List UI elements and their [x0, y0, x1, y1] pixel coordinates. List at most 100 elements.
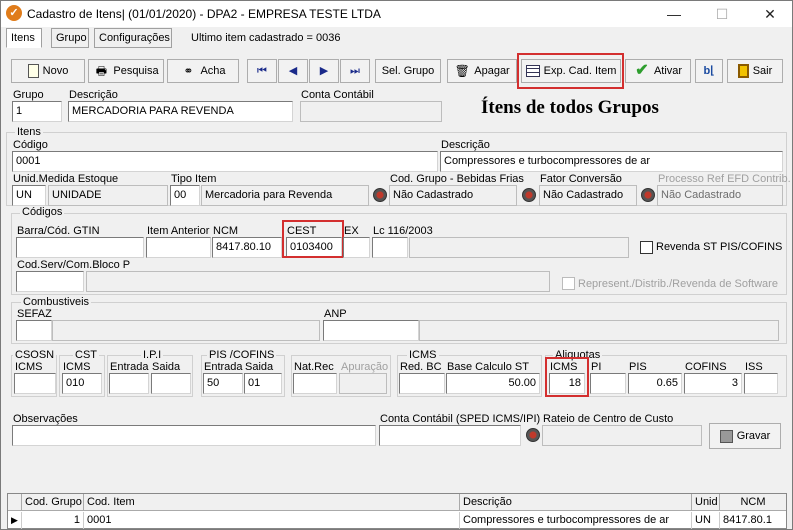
revenda-st-checkbox[interactable]: [640, 241, 653, 254]
pis-saida-label: Saida: [245, 361, 274, 373]
apuracao-field: [339, 373, 387, 394]
descricao-grupo-field[interactable]: MERCADORIA PARA REVENDA: [68, 101, 293, 122]
apuracao-label: Apuração: [341, 361, 389, 373]
ncm-field[interactable]: 8417.80.10: [212, 237, 282, 258]
processo-ref-label: Processo Ref EFD Contrib.: [658, 173, 791, 185]
cest-highlight: [282, 220, 344, 258]
tab-configuracoes[interactable]: Configurações: [94, 28, 172, 48]
next-record-button[interactable]: ▶: [309, 59, 339, 83]
aliq-pi-label: PI: [591, 361, 602, 373]
grid-header-unid[interactable]: Unid: [692, 494, 720, 511]
grid-header-descricao[interactable]: Descrição: [460, 494, 692, 511]
cod-grupo-lookup-icon[interactable]: [373, 188, 387, 202]
rateio-lookup-icon[interactable]: [526, 428, 540, 442]
item-anterior-field[interactable]: [146, 237, 211, 258]
barcode-button[interactable]: b⌊: [695, 59, 723, 83]
base-calculo-st-field[interactable]: 50.00: [446, 373, 540, 394]
sel-grupo-button[interactable]: Sel. Grupo: [375, 59, 441, 83]
csosn-icms-field[interactable]: [14, 373, 56, 394]
lc-116-code-field[interactable]: [372, 237, 408, 258]
window-title: Cadastro de Itens| (01/01/2020) - DPA2 -…: [27, 7, 381, 21]
grid-header-cod-grupo[interactable]: Cod. Grupo: [22, 494, 84, 511]
observacoes-label: Observações: [13, 413, 78, 425]
last-record-button[interactable]: ⏭: [340, 59, 370, 83]
conta-sped-field[interactable]: [379, 425, 521, 446]
ex-field[interactable]: [343, 237, 370, 258]
aliq-cofins-field[interactable]: 3: [684, 373, 742, 394]
barcode-icon: b⌊: [703, 65, 715, 77]
tipo-item-label: Tipo Item: [171, 173, 217, 185]
natrec-field[interactable]: [293, 373, 337, 394]
pis-cofins-caption: PIS /COFINS: [207, 349, 277, 361]
anp-label: ANP: [324, 308, 347, 320]
grid-header-ncm[interactable]: NCM: [720, 494, 786, 511]
table-row-ncm[interactable]: 8417.80.1: [720, 512, 786, 529]
close-button[interactable]: ✕: [747, 1, 793, 27]
checkmark-icon: ✔: [635, 62, 649, 80]
cod-serv-code-field[interactable]: [16, 271, 84, 292]
gravar-button[interactable]: Gravar: [709, 423, 781, 449]
save-icon: [719, 429, 733, 443]
represent-software-checkbox[interactable]: [562, 277, 575, 290]
grid-header-cod-item[interactable]: Cod. Item: [84, 494, 460, 511]
maximize-button[interactable]: ☐: [699, 1, 745, 27]
last-item-label: Ultimo item cadastrado = 0036: [191, 32, 341, 44]
sair-button[interactable]: Sair: [727, 59, 783, 83]
cst-icms-field[interactable]: 010: [62, 373, 102, 394]
descricao-item-field[interactable]: Compressores e turbocompressores de ar: [440, 151, 783, 172]
ipi-saida-label: Saida: [152, 361, 181, 373]
first-record-button[interactable]: ⏮: [247, 59, 277, 83]
observacoes-field[interactable]: [12, 425, 376, 446]
anp-code-field[interactable]: [323, 320, 419, 341]
pis-saida-field[interactable]: 01: [244, 373, 282, 394]
processo-lookup-icon[interactable]: [641, 188, 655, 202]
sefaz-code-field[interactable]: [16, 320, 52, 341]
fator-conversao-label: Fator Conversão: [540, 173, 622, 185]
red-bc-field[interactable]: [399, 373, 445, 394]
cod-serv-desc-field: [86, 271, 550, 292]
minimize-button[interactable]: —: [651, 1, 697, 27]
aliq-iss-label: ISS: [745, 361, 763, 373]
csosn-icms-label: ICMS: [15, 361, 43, 373]
ipi-entrada-field[interactable]: [109, 373, 149, 394]
ativar-button[interactable]: ✔ Ativar: [625, 59, 691, 83]
previous-record-button[interactable]: ◀: [278, 59, 308, 83]
anp-desc-field: [419, 320, 779, 341]
table-row-descricao[interactable]: Compressores e turbocompressores de ar: [460, 512, 692, 529]
codigo-field[interactable]: 0001: [12, 151, 438, 172]
descricao-item-label: Descrição: [441, 139, 490, 151]
pis-entrada-label: Entrada: [204, 361, 243, 373]
pesquisa-button[interactable]: 🖶 Pesquisa: [88, 59, 164, 83]
conta-contabil-label: Conta Contábil: [301, 89, 374, 101]
acha-button[interactable]: ⚭ Acha: [167, 59, 239, 83]
pis-entrada-field[interactable]: 50: [203, 373, 243, 394]
cst-caption: CST: [73, 349, 99, 361]
grupo-field[interactable]: 1: [12, 101, 62, 122]
codigos-group-caption: Códigos: [20, 206, 65, 218]
aliq-iss-field[interactable]: [744, 373, 778, 394]
cod-grupo-label: Cod. Grupo - Bebidas Frias: [390, 173, 524, 185]
lc-116-desc-field: [409, 237, 629, 258]
ipi-saida-field[interactable]: [151, 373, 191, 394]
itens-group-caption: Itens: [15, 126, 43, 138]
novo-button[interactable]: Novo: [11, 59, 85, 83]
table-row-unid[interactable]: UN: [692, 512, 720, 529]
cod-serv-label: Cod.Serv/Com.Bloco P: [17, 259, 131, 271]
tab-grupo[interactable]: Grupo: [51, 28, 89, 48]
csosn-caption: CSOSN: [13, 349, 57, 361]
cod-grupo-field: Não Cadastrado: [389, 185, 517, 206]
unid-code-field[interactable]: UN: [12, 185, 46, 206]
table-row-cod-grupo[interactable]: 1: [22, 512, 84, 529]
aliq-pi-field[interactable]: [590, 373, 626, 394]
descricao-grupo-label: Descrição: [69, 89, 118, 101]
table-row-cod-item[interactable]: 0001: [84, 512, 460, 529]
aliq-pis-field[interactable]: 0.65: [628, 373, 682, 394]
fator-lookup-icon[interactable]: [522, 188, 536, 202]
grid-indicator-header: [8, 494, 22, 511]
barra-gtin-field[interactable]: [16, 237, 144, 258]
apagar-button[interactable]: 🗑 Apagar: [447, 59, 517, 83]
items-grid[interactable]: Cod. Grupo Cod. Item Descrição Unid NCM …: [7, 493, 787, 529]
new-document-icon: [27, 64, 39, 79]
tab-itens[interactable]: Itens: [6, 28, 42, 48]
tipo-code-field[interactable]: 00: [170, 185, 200, 206]
